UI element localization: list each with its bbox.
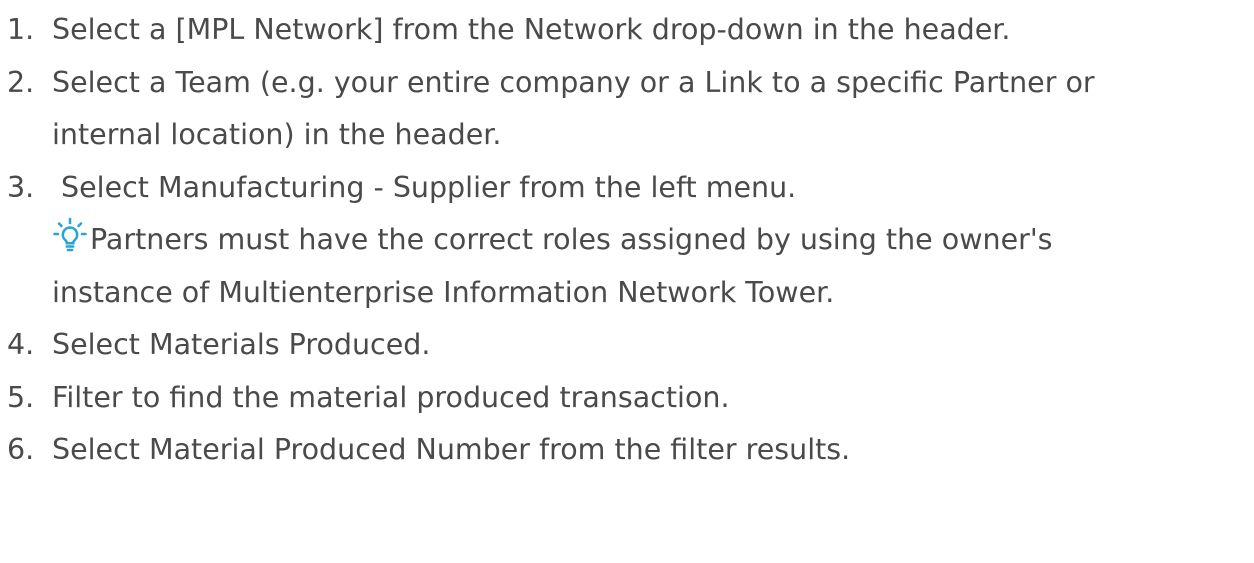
page: { "steps": [ { "number": "1.", "lines": … <box>0 0 1254 563</box>
numbered-step-list: 1. Select a [MPL Network] from the Netwo… <box>0 4 1254 477</box>
step-1: 1. Select a [MPL Network] from the Netwo… <box>0 4 1254 57</box>
step-text: Filter to find the material produced tra… <box>52 380 730 414</box>
step-number: 2. <box>7 65 35 99</box>
step-number: 3. <box>7 170 35 204</box>
step-number: 5. <box>7 380 35 414</box>
step-number: 1. <box>7 13 35 46</box>
step-text: Select a [MPL Network] from the Network … <box>52 13 1011 46</box>
tip-text: Partners must have the correct roles ass… <box>90 223 1053 256</box>
step-text: Select Materials Produced. <box>52 328 431 361</box>
step-number: 6. <box>7 433 35 466</box>
step-5: 5. Filter to find the material produced … <box>0 372 1254 425</box>
step-3: 3. Select Manufacturing - Supplier from … <box>0 162 1254 320</box>
step-text: Select a Team (e.g. your entire company … <box>52 65 1095 99</box>
tip-text-continued: instance of Multienterprise Information … <box>52 275 835 309</box>
step-6: 6. Select Material Produced Number from … <box>0 424 1254 477</box>
step-number: 4. <box>7 328 35 361</box>
tip-note: Partners must have the correct roles ass… <box>52 214 1254 267</box>
step-text-continued: internal location) in the header. <box>52 118 502 151</box>
step-text: Select Manufacturing - Supplier from the… <box>52 170 797 204</box>
step-text: Select Material Produced Number from the… <box>52 433 851 466</box>
step-4: 4. Select Materials Produced. <box>0 319 1254 372</box>
step-2: 2. Select a Team (e.g. your entire compa… <box>0 57 1254 162</box>
lightbulb-tip-icon <box>53 217 87 252</box>
